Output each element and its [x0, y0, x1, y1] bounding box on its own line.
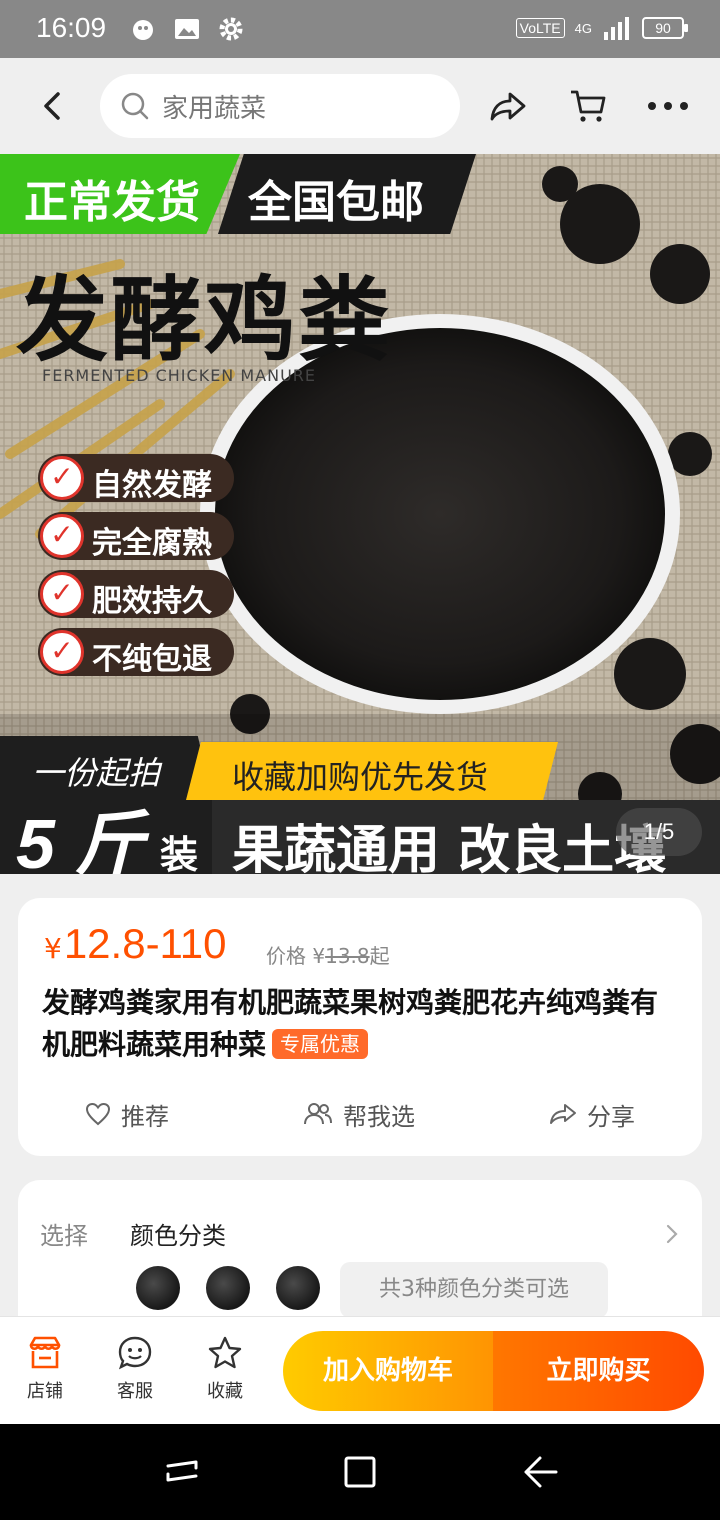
hero-tagline: 果蔬通用 改良土壤	[232, 821, 667, 874]
original-price: 价格 ¥13.8起	[266, 940, 390, 969]
original-price-value: 13.8	[325, 944, 370, 968]
exclusive-discount-tag: 专属优惠	[272, 1029, 369, 1059]
help-choose-button[interactable]: 帮我选	[303, 1097, 415, 1132]
share-icon	[550, 1104, 576, 1124]
price-currency: ¥	[44, 932, 62, 965]
hero-feature: ✓ 肥效持久	[38, 570, 234, 619]
back-icon[interactable]	[36, 88, 72, 124]
recommend-button[interactable]: 推荐	[85, 1097, 169, 1132]
favorite-label: 收藏	[207, 1381, 243, 1402]
hero-headline: 发酵鸡粪	[16, 267, 393, 374]
product-info-card: ¥ 12.8-110 价格 ¥13.8起 发酵鸡粪家用有机肥蔬菜果树鸡粪肥花卉纯…	[18, 898, 702, 1156]
share-product-button[interactable]: 分享	[549, 1097, 635, 1132]
status-bar: 16:09 VoLTE 4G 90	[0, 0, 720, 58]
price-range: 12.8-110	[63, 920, 227, 967]
settings-icon	[219, 17, 243, 41]
product-image-carousel[interactable]: 正常发货 全国包邮 发酵鸡粪 FERMENTED CHICKEN MANURE …	[0, 154, 720, 874]
check-icon: ✓	[40, 514, 84, 558]
shop-label: 店铺	[27, 1381, 63, 1402]
hero-feature-label: 完全腐熟	[92, 526, 212, 561]
original-price-currency: ¥	[312, 944, 326, 968]
hero-subline: FERMENTED CHICKEN MANURE	[42, 366, 317, 385]
original-price-suffix: 起	[369, 944, 390, 968]
hero-badge-free-shipping-text: 全国包邮	[248, 177, 424, 228]
product-title: 发酵鸡粪家用有机肥蔬菜果树鸡粪肥花卉纯鸡粪有机肥料蔬菜用种菜 专属优惠	[42, 982, 682, 1066]
selection-label: 选择	[40, 1222, 88, 1250]
recommend-label: 推荐	[121, 1102, 169, 1131]
back-nav-icon[interactable]	[520, 1452, 560, 1492]
shop-icon	[29, 1336, 61, 1369]
bottom-action-bar: 店铺 客服 收藏 加入购物车 立即购买	[0, 1316, 720, 1424]
image-icon	[175, 19, 199, 39]
signal-type: 4G	[574, 20, 592, 36]
product-actions: 推荐 帮我选 分享	[18, 1094, 702, 1134]
check-icon: ✓	[40, 456, 84, 500]
color-swatch[interactable]	[276, 1266, 320, 1310]
app-notification-icon	[133, 20, 153, 40]
check-icon: ✓	[40, 572, 84, 616]
hero-feature-label: 不纯包退	[92, 642, 212, 677]
star-icon	[208, 1336, 242, 1369]
system-navigation-bar	[0, 1424, 720, 1520]
buy-now-button[interactable]: 立即购买	[493, 1331, 704, 1411]
battery-icon: 90	[642, 17, 688, 39]
status-time: 16:09	[36, 12, 107, 43]
hero-min-order-value: 5 斤	[16, 805, 145, 874]
hero-badge-shipping-text: 正常发货	[24, 177, 200, 228]
chevron-right-icon	[666, 1224, 678, 1244]
check-icon: ✓	[40, 630, 84, 674]
hero-feature: ✓ 完全腐熟	[38, 512, 234, 561]
chat-face-icon	[118, 1336, 152, 1370]
color-options-summary[interactable]: 共3种颜色分类可选	[340, 1262, 608, 1318]
carousel-page-indicator: 1/5	[616, 808, 702, 856]
hero-feature-label: 自然发酵	[92, 468, 212, 503]
hero-promo-text: 收藏加购优先发货	[232, 758, 489, 796]
heart-icon	[85, 1102, 111, 1126]
original-price-label: 价格	[266, 944, 306, 968]
add-to-cart-button[interactable]: 加入购物车	[283, 1331, 493, 1411]
color-swatch[interactable]	[136, 1266, 180, 1310]
hero-feature-list: ✓ 自然发酵 ✓ 完全腐熟 ✓ 肥效持久 ✓ 不纯包退	[38, 454, 234, 677]
status-right: VoLTE 4G 90	[515, 16, 688, 40]
people-icon	[304, 1103, 332, 1125]
hero-feature-label: 肥效持久	[92, 584, 212, 619]
selection-value: 颜色分类	[130, 1222, 226, 1250]
search-input[interactable]: 家用蔬菜	[100, 74, 460, 138]
hero-min-order-unit: 装	[160, 833, 199, 874]
customer-service-label: 客服	[117, 1381, 153, 1402]
favorite-button[interactable]: 收藏	[190, 1335, 260, 1403]
customer-service-button[interactable]: 客服	[100, 1335, 170, 1403]
share-label: 分享	[587, 1102, 635, 1131]
top-nav: 家用蔬菜	[0, 58, 720, 154]
help-choose-label: 帮我选	[343, 1102, 415, 1131]
hero-feature: ✓ 不纯包退	[38, 628, 234, 677]
signal-icon	[604, 17, 629, 40]
recent-apps-icon[interactable]	[162, 1452, 202, 1492]
search-icon	[121, 92, 149, 120]
more-icon[interactable]	[646, 86, 690, 126]
search-placeholder: 家用蔬菜	[162, 93, 267, 124]
cart-icon[interactable]	[568, 86, 608, 126]
hero-feature: ✓ 自然发酵	[38, 454, 234, 503]
shop-button[interactable]: 店铺	[10, 1335, 80, 1403]
home-icon[interactable]	[340, 1452, 380, 1492]
volte-badge: VoLTE	[515, 18, 565, 38]
color-swatch[interactable]	[206, 1266, 250, 1310]
share-icon[interactable]	[488, 86, 528, 126]
price: ¥ 12.8-110	[44, 920, 227, 968]
